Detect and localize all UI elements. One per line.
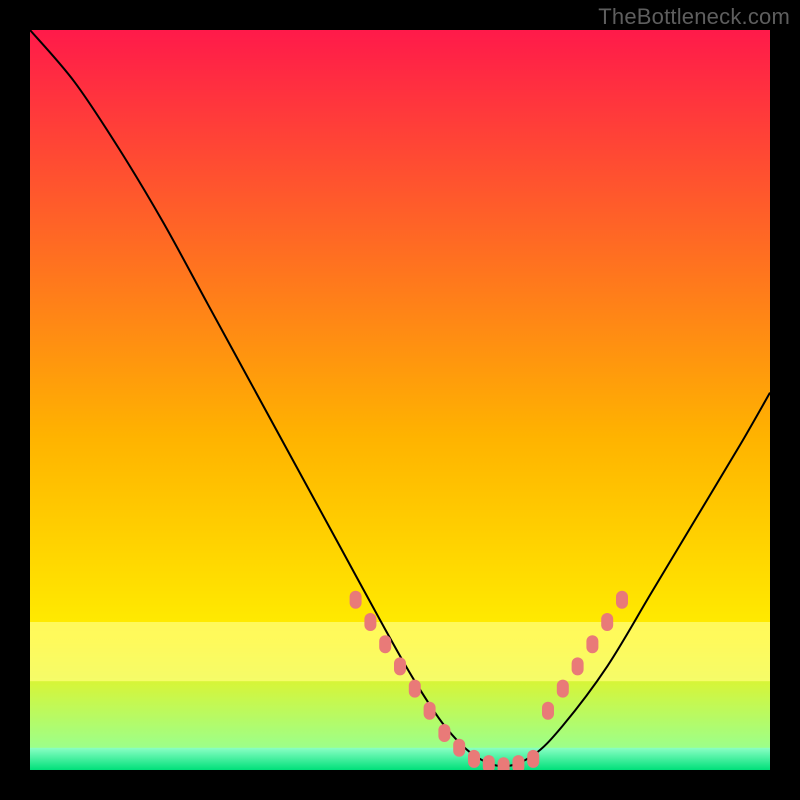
chart-frame: TheBottleneck.com <box>0 0 800 800</box>
plot-svg <box>30 30 770 770</box>
highlight-dot <box>424 702 436 720</box>
highlight-dot <box>409 680 421 698</box>
highlight-dot <box>394 657 406 675</box>
highlight-dot <box>527 750 539 768</box>
highlight-dot <box>364 613 376 631</box>
highlight-dot <box>438 724 450 742</box>
highlight-dot <box>542 702 554 720</box>
highlight-dot <box>586 635 598 653</box>
highlight-dot <box>453 739 465 757</box>
highlight-dot <box>483 755 495 770</box>
bottleneck-plot <box>30 30 770 770</box>
highlight-dot <box>498 757 510 770</box>
highlight-dot <box>572 657 584 675</box>
highlight-dot <box>468 750 480 768</box>
highlight-dot <box>616 591 628 609</box>
highlight-dot <box>601 613 613 631</box>
highlight-dot <box>379 635 391 653</box>
highlight-dot <box>350 591 362 609</box>
watermark-text: TheBottleneck.com <box>598 4 790 30</box>
highlight-dot <box>512 755 524 770</box>
highlight-dot <box>557 680 569 698</box>
green-baseline-band <box>30 748 770 770</box>
